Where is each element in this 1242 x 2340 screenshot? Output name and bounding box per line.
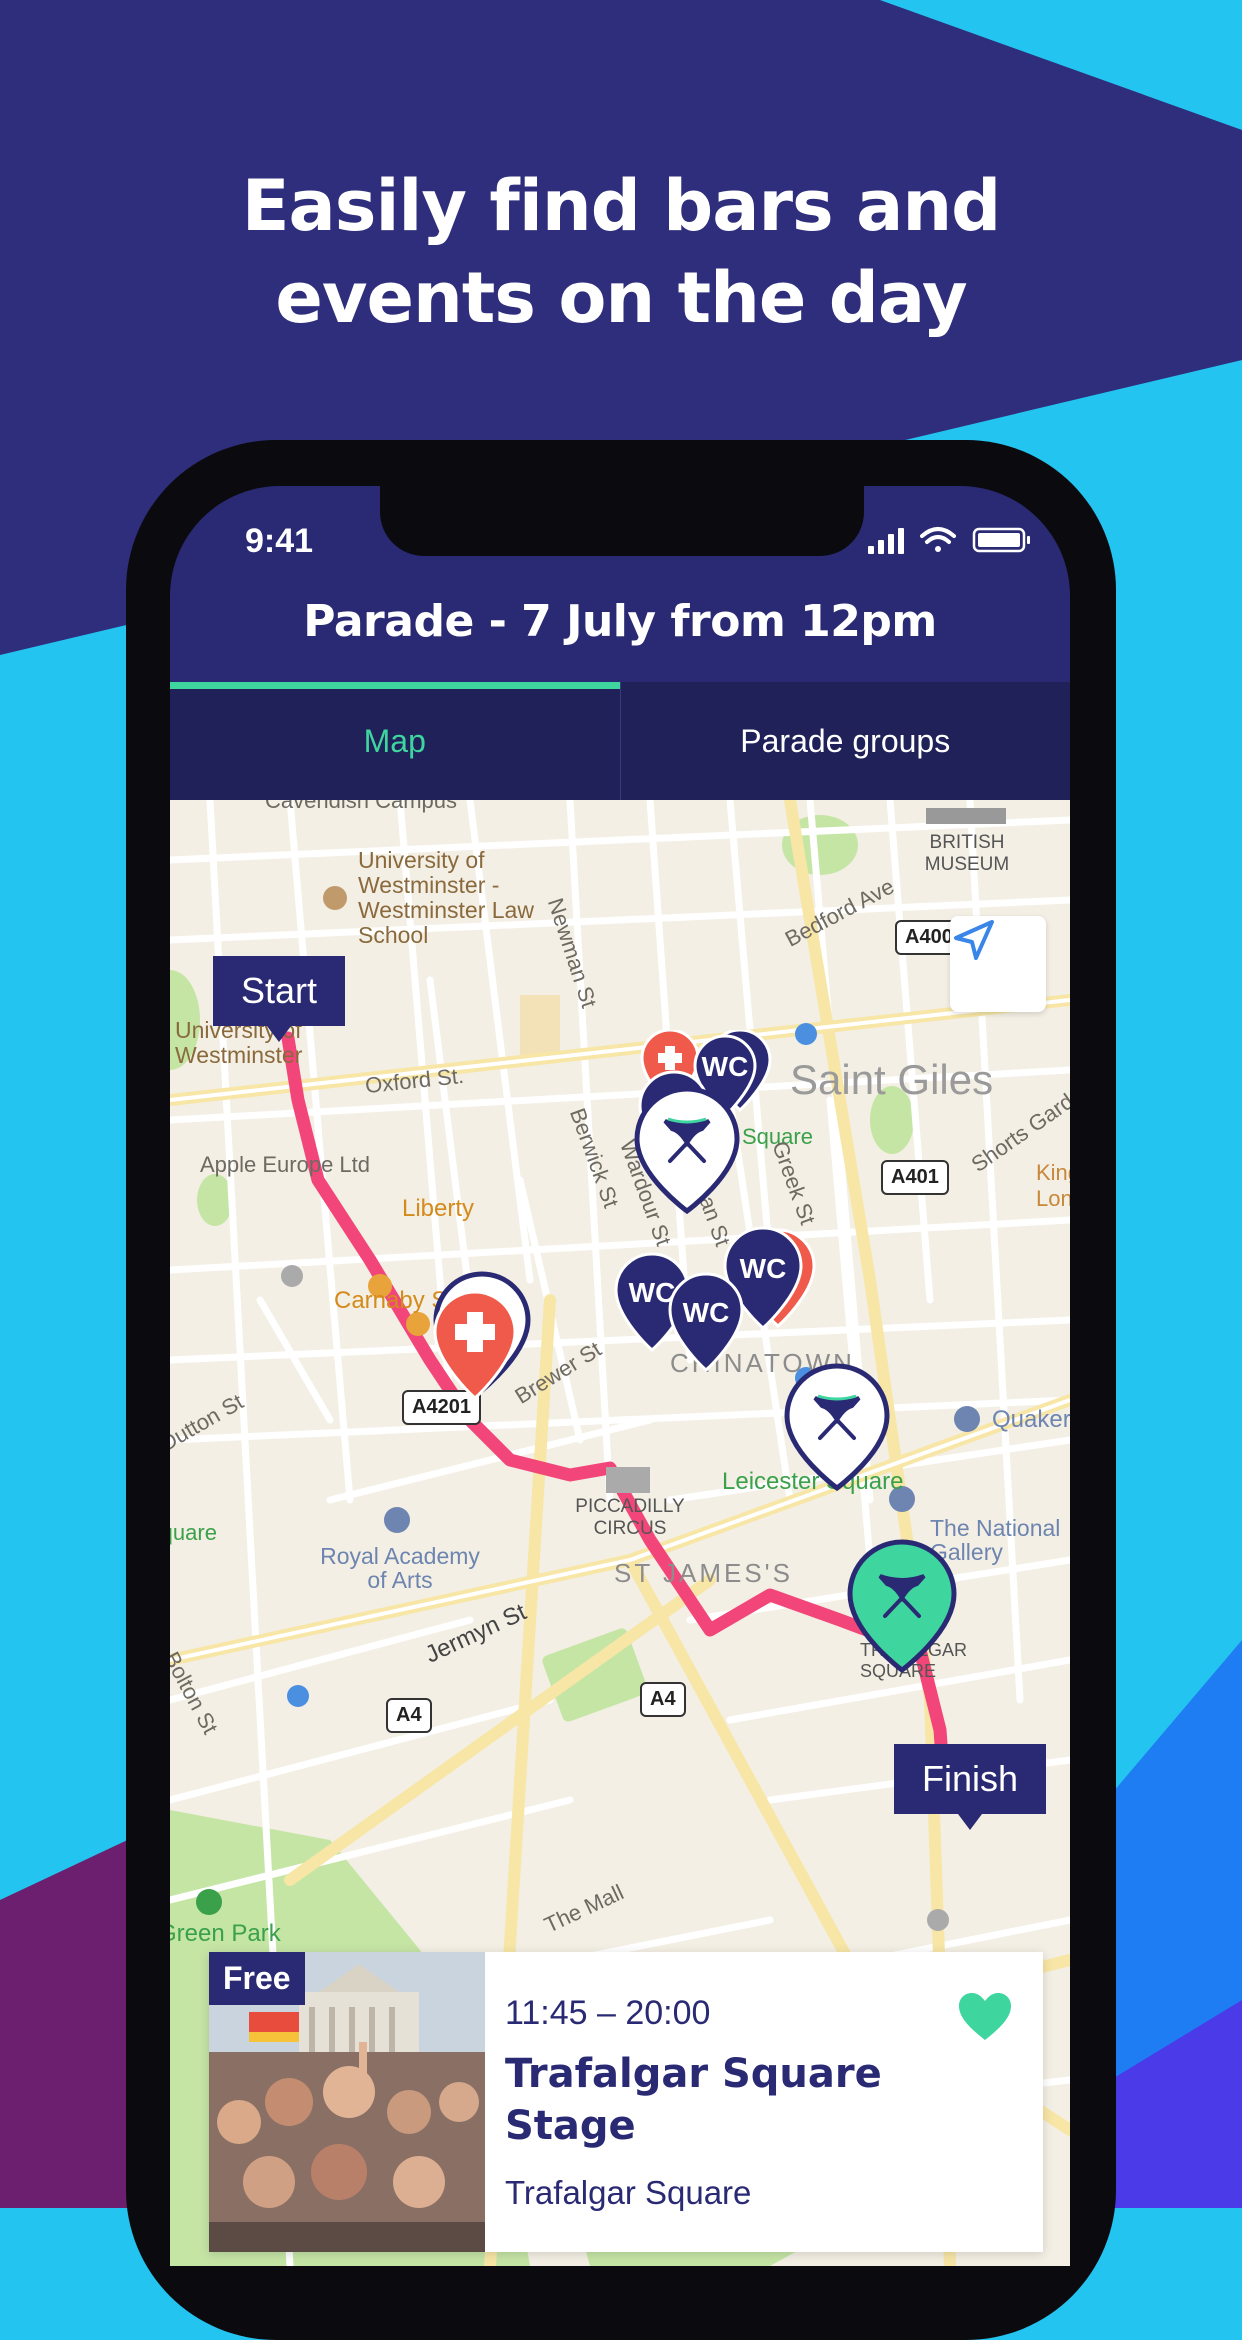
label-british-museum: BRITISH MUSEUM (924, 832, 1010, 875)
label-cavendish: Cavendish Campus (265, 800, 457, 813)
finish-flag: Finish (894, 1744, 1047, 1830)
status-time: 9:41 (245, 522, 314, 560)
event-card[interactable]: Free 11:45 – 20:00 Trafalgar Square Stag… (209, 1952, 1043, 2252)
label-green-park: Green Park (170, 1920, 281, 1947)
phone-screen: 9:41 Parade - 7 July from 12pm Map Parad… (170, 486, 1070, 2266)
price-badge: Free (209, 1952, 305, 2005)
label-apple: Apple Europe Ltd (200, 1152, 371, 1177)
tab-map[interactable]: Map (170, 682, 620, 800)
pin-bar-leicester[interactable] (782, 1362, 892, 1492)
wc-text: WC (683, 1297, 730, 1328)
tab-parade-groups[interactable]: Parade groups (619, 682, 1071, 800)
pin-wc-chinatown[interactable]: WC (666, 1270, 746, 1380)
headline: Easily find bars and events on the day (0, 160, 1242, 344)
event-title: Trafalgar Square Stage (505, 2051, 882, 2149)
road-shield-a4-mid: A4 (640, 1682, 686, 1717)
pin-bar-soho[interactable] (632, 1085, 742, 1215)
label-uow-law: University of Westminster - Westminster … (358, 847, 534, 948)
wc-text: WC (740, 1253, 787, 1284)
wifi-icon (920, 527, 956, 552)
battery-icon (972, 527, 1030, 553)
signal-icon (868, 528, 904, 554)
event-venue: Trafalgar Square (505, 2174, 752, 2211)
event-photo: Free (209, 1952, 485, 2252)
heart-icon[interactable] (957, 1992, 1013, 2042)
pin-first-aid-carnaby[interactable] (432, 1288, 518, 1408)
label-quaker: Quaker (992, 1406, 1070, 1433)
status-icons (868, 527, 1030, 554)
label-square-left: Square (170, 1520, 217, 1545)
headline-line-1: Easily find bars and (241, 165, 1002, 247)
locate-me-button[interactable] (950, 916, 1046, 1012)
road-shield-a401: A401 (881, 1160, 949, 1195)
headline-line-2: events on the day (275, 257, 967, 339)
notch (380, 486, 864, 556)
tab-bar: Map Parade groups (170, 682, 1070, 800)
label-st-jamess: ST JAMES'S (614, 1558, 793, 1588)
label-kings-london: King's London (1036, 1160, 1070, 1211)
event-time: 11:45 – 20:00 (505, 1994, 711, 2032)
label-saint-giles: Saint Giles (790, 1056, 994, 1103)
label-royal-academy: Royal Academy of Arts (320, 1543, 480, 1593)
nav-title: Parade - 7 July from 12pm (303, 596, 937, 647)
start-flag: Start (213, 956, 346, 1042)
label-piccadilly: PICCADILLY CIRCUS (575, 1496, 685, 1539)
label-liberty: Liberty (402, 1195, 475, 1222)
navigation-arrow-icon (954, 920, 994, 960)
road-shield-a4-left: A4 (386, 1698, 432, 1733)
pin-stage-trafalgar-selected[interactable] (844, 1538, 960, 1674)
